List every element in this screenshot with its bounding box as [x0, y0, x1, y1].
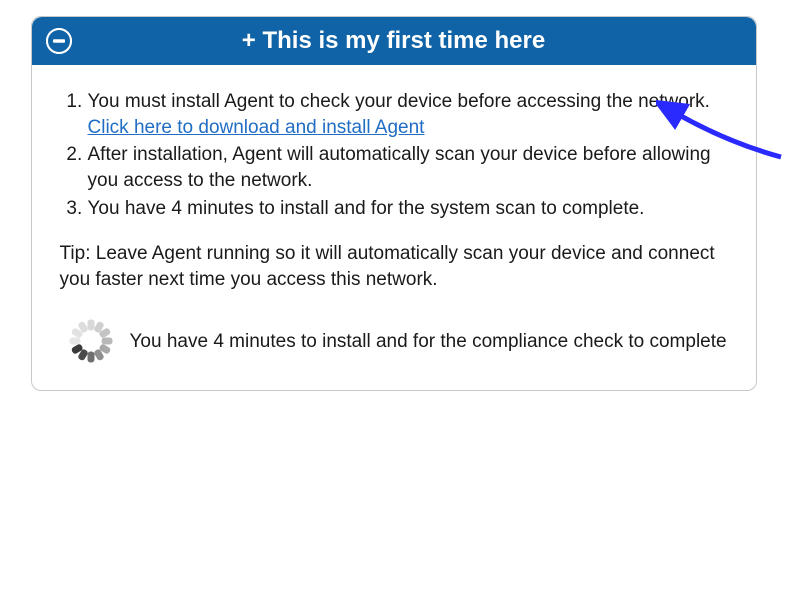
panel-header[interactable]: + This is my first time here [32, 17, 756, 65]
minus-icon [46, 28, 72, 54]
tip-text: Tip: Leave Agent running so it will auto… [60, 241, 728, 292]
status-row: You have 4 minutes to install and for th… [60, 320, 728, 362]
loading-spinner-icon [70, 320, 112, 362]
collapse-button[interactable] [46, 28, 72, 54]
steps-list: You must install Agent to check your dev… [60, 89, 728, 221]
step-2: After installation, Agent will automatic… [88, 142, 728, 193]
step-3: You have 4 minutes to install and for th… [88, 196, 728, 222]
status-text: You have 4 minutes to install and for th… [130, 329, 727, 355]
panel-body: You must install Agent to check your dev… [32, 65, 756, 390]
download-agent-link[interactable]: Click here to download and install Agent [88, 117, 425, 138]
panel-title: + This is my first time here [72, 27, 742, 55]
step-1-text: You must install Agent to check your dev… [88, 91, 710, 112]
first-time-panel: + This is my first time here You must in… [31, 16, 757, 391]
step-1: You must install Agent to check your dev… [88, 89, 728, 140]
